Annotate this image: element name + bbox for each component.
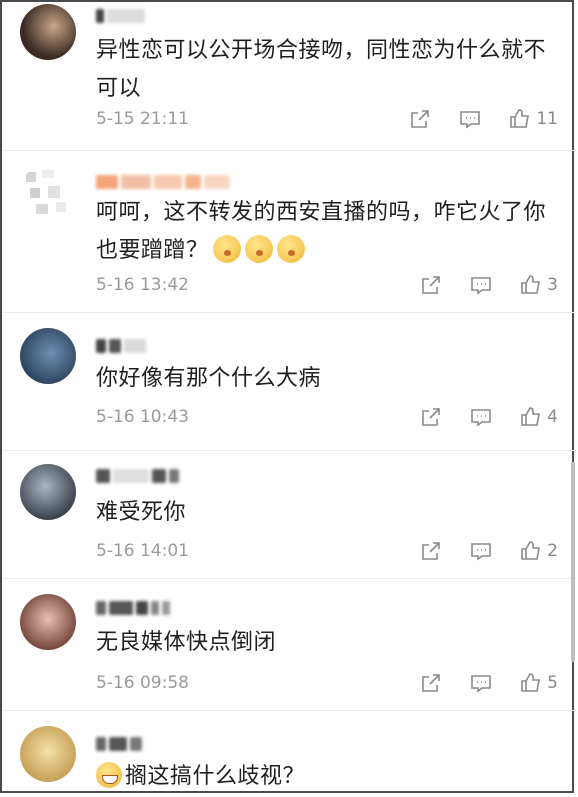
avatar[interactable] [20,4,76,60]
comment-icon [471,675,491,693]
comment-actions: 2 [419,539,558,563]
share-button[interactable] [419,405,443,429]
timestamp: 5-15 21:11 [96,109,189,129]
scrollbar[interactable] [571,462,575,662]
comment-icon [471,277,491,295]
comment-text: 呵呵，这不转发的西安直播的吗，咋它火了你也要蹭蹭？ [96,200,547,263]
thumbs-up-icon [521,275,541,294]
comment-actions: 4 [419,405,558,429]
share-icon [422,408,440,426]
like-count: 3 [547,275,558,295]
comment-meta: 5-16 09:58 5 [96,670,558,696]
avatar[interactable] [20,464,76,520]
share-icon [411,110,430,128]
thumbs-up-icon [521,541,541,560]
share-button[interactable] [408,107,432,131]
comment-text: 搁这搞什么歧视？ [96,758,556,796]
like-button[interactable]: 5 [519,671,558,695]
shush-emoji [212,235,241,263]
username-blurred[interactable] [96,466,179,486]
comment-meta: 5-15 21:11 11 [96,106,558,132]
comment-actions: 3 [419,273,558,297]
timestamp: 5-16 09:58 [96,673,189,693]
comment-icon [471,543,491,561]
comment-button[interactable] [458,107,482,131]
timestamp: 5-16 14:01 [96,541,189,561]
comment-text: 异性恋可以公开场合接吻，同性恋为什么就不可以 [96,38,547,101]
username-blurred[interactable] [96,6,145,26]
share-button[interactable] [419,539,443,563]
username-blurred[interactable] [96,336,146,356]
thumbs-up-icon [521,407,541,426]
comment-icon [460,111,481,129]
avatar[interactable] [20,726,76,782]
share-icon [422,276,440,294]
like-button[interactable]: 11 [508,107,558,131]
comment-item: 呵呵，这不转发的西安直播的吗，咋它火了你也要蹭蹭？ 5-16 13:42 3 [2,150,576,313]
like-button[interactable]: 4 [519,405,558,429]
comment-text: 你好像有那个什么大病 [96,366,322,391]
username-blurred[interactable] [96,734,142,754]
timestamp: 5-16 13:42 [96,275,189,295]
shush-emoji [276,235,305,263]
comment-actions: 5 [419,671,558,695]
comment-icon [471,409,491,427]
comment-text: 难受死你 [96,500,187,525]
comment-button[interactable] [469,405,493,429]
like-button[interactable]: 2 [519,539,558,563]
comment-meta: 5-16 13:42 3 [96,272,558,298]
avatar[interactable] [20,164,76,220]
like-count: 11 [536,109,558,129]
timestamp: 5-16 10:43 [96,407,189,427]
comment-item: 异性恋可以公开场合接吻，同性恋为什么就不可以 5-15 21:11 11 [2,0,576,151]
comment-button[interactable] [469,273,493,297]
share-icon [422,542,440,560]
comment-item: 无良媒体快点倒闭 5-16 09:58 5 [2,578,576,711]
share-button[interactable] [419,273,443,297]
comment-meta: 5-16 10:43 4 [96,404,558,430]
comment-button[interactable] [469,539,493,563]
comment-text: 无良媒体快点倒闭 [96,630,277,655]
grin-sweat-emoji [96,762,122,788]
avatar[interactable] [20,328,76,384]
avatar[interactable] [20,594,76,650]
username-blurred[interactable] [96,172,230,192]
comment-button[interactable] [469,671,493,695]
thumbs-up-icon [521,673,541,692]
like-count: 4 [547,407,558,427]
like-button[interactable]: 3 [519,273,558,297]
comment-item: 难受死你 5-16 14:01 2 [2,450,576,579]
username-blurred[interactable] [96,598,170,618]
shush-emoji [244,235,273,263]
comment-item: 你好像有那个什么大病 5-16 10:43 4 [2,312,576,451]
like-count: 2 [547,541,558,561]
share-icon [422,674,440,692]
share-button[interactable] [419,671,443,695]
thumbs-up-icon [510,109,530,128]
comment-item: 搁这搞什么歧视？ [2,710,576,793]
like-count: 5 [547,673,558,693]
comment-actions: 11 [408,107,558,131]
comment-meta: 5-16 14:01 2 [96,538,558,564]
